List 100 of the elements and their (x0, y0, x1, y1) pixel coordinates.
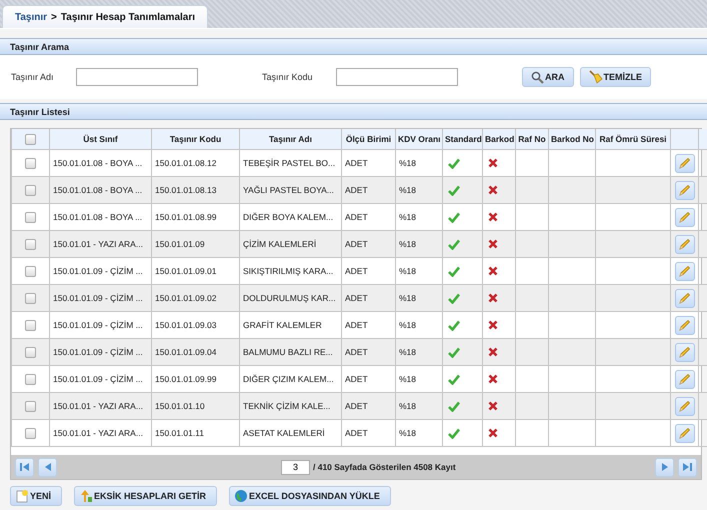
table-cell: ADET (342, 392, 396, 420)
breadcrumb-link[interactable]: Taşınır (15, 12, 48, 22)
table-cell: ADET (342, 284, 396, 312)
table-cell: 150.01.01.08 - BOYA ... (50, 176, 152, 204)
broom-icon (588, 70, 602, 84)
edit-button[interactable] (674, 396, 694, 416)
table-cell: 150.01.01.11 (152, 420, 240, 446)
edit-button[interactable] (674, 316, 694, 334)
row-checkbox[interactable] (25, 238, 36, 250)
pencil-icon (678, 156, 691, 170)
column-header[interactable]: Standard (442, 129, 482, 150)
previous-icon (44, 462, 52, 472)
column-header[interactable]: Barkod No (548, 129, 596, 150)
column-header[interactable]: Taşınır Kodu (152, 129, 240, 150)
excel-upload-button[interactable]: EXCEL DOSYASINDAN YÜKLE (229, 486, 391, 506)
arrow-up-icon (79, 489, 94, 503)
table-cell: 150.01.01.09 - ÇİZİM ... (50, 284, 152, 312)
input-field[interactable] (336, 68, 458, 86)
pencil-icon (678, 346, 691, 358)
row-checkbox[interactable] (25, 346, 36, 358)
input-field[interactable] (76, 68, 198, 86)
edit-button[interactable] (674, 370, 694, 388)
breadcrumb-current: Taşınır Hesap Tanımlamaları (60, 12, 196, 22)
breadcrumb-separator: > (51, 12, 57, 22)
edit-button[interactable] (674, 262, 694, 280)
page-number-field[interactable]: 3 (281, 460, 310, 474)
search-icon (531, 70, 544, 84)
next-icon (660, 462, 668, 472)
panel-title: Taşınır Listesi (10, 106, 70, 116)
table-cell: %18 (396, 230, 442, 258)
field-label: Taşınır Adı (11, 72, 55, 82)
table-cell: 150.01.01 - YAZI ARA... (50, 230, 152, 258)
pencil-icon (678, 426, 691, 440)
field-label: Taşınır Kodu (262, 72, 314, 82)
edit-button[interactable] (674, 288, 694, 308)
table-cell: 150.01.01.09 - ÇİZİM ... (50, 338, 152, 366)
panel-title: Taşınır Arama (10, 42, 70, 52)
row-checkbox[interactable] (25, 266, 36, 277)
previous-page-button[interactable] (38, 458, 57, 476)
row-checkbox[interactable] (25, 158, 36, 169)
table-cell: 150.01.01 - YAZI ARA... (50, 392, 152, 420)
table-cell: ADET (342, 338, 396, 366)
pencil-icon (678, 238, 691, 250)
column-header[interactable]: Raf Ömrü Süresi (596, 129, 670, 150)
search-button[interactable]: ARA (522, 67, 574, 87)
row-checkbox[interactable] (25, 184, 36, 196)
page-summary: / 410 Sayfada Gösterilen 4508 Kayıt (313, 462, 456, 472)
edit-button[interactable] (674, 154, 694, 172)
pencil-icon (678, 400, 691, 412)
table-cell: BALMUMU BAZLI RE... (240, 338, 342, 366)
pencil-icon (678, 292, 691, 304)
new-button[interactable]: YENİ (10, 486, 62, 506)
table-cell: %18 (396, 176, 442, 204)
table-cell: 150.01.01.09.04 (152, 338, 240, 366)
first-page-button[interactable] (15, 458, 34, 476)
edit-button[interactable] (674, 342, 694, 362)
row-checkbox[interactable] (25, 212, 36, 223)
row-checkbox[interactable] (25, 428, 36, 439)
table-cell: DOLDURULMUŞ KAR... (240, 284, 342, 312)
table-cell: 150.01.01.10 (152, 392, 240, 420)
pencil-icon (678, 264, 691, 278)
edit-button[interactable] (674, 180, 694, 200)
table-cell: %18 (396, 392, 442, 420)
column-header[interactable]: KDV Oranı (396, 129, 442, 150)
first-page-icon (19, 462, 30, 472)
select-all-checkbox[interactable] (25, 134, 36, 145)
row-checkbox[interactable] (25, 400, 36, 412)
globe-icon (234, 489, 248, 503)
last-page-icon (682, 462, 693, 472)
table-cell: ASETAT KALEMLERİ (240, 420, 342, 446)
column-header[interactable]: Barkod (482, 129, 516, 150)
edit-button[interactable] (674, 424, 694, 442)
row-checkbox[interactable] (25, 292, 36, 304)
row-checkbox[interactable] (25, 320, 36, 331)
edit-button[interactable] (674, 208, 694, 226)
column-header[interactable]: Taşınır Adı (240, 129, 342, 150)
next-page-button[interactable] (655, 458, 674, 476)
table-cell: 150.01.01.08.13 (152, 176, 240, 204)
column-header[interactable]: Raf No (516, 129, 548, 150)
pencil-icon (678, 372, 691, 386)
table-cell: 150.01.01 - YAZI ARA... (50, 420, 152, 446)
row-checkbox[interactable] (25, 374, 36, 385)
new-document-icon (15, 489, 29, 503)
column-header[interactable]: Ölçü Birimi (342, 129, 396, 150)
table-cell: %18 (396, 420, 442, 446)
pencil-icon (678, 184, 691, 196)
table-cell: ADET (342, 230, 396, 258)
column-header[interactable]: Üst Sınıf (50, 129, 152, 150)
table-cell: 150.01.01.09 (152, 230, 240, 258)
pencil-icon (678, 318, 691, 332)
table-cell: 150.01.01.09.02 (152, 284, 240, 312)
table-cell: ÇİZİM KALEMLERİ (240, 230, 342, 258)
table-cell: ADET (342, 176, 396, 204)
fetch-button[interactable]: EKSİK HESAPLARI GETİR (74, 486, 218, 506)
clear-button[interactable]: TEMİZLE (580, 67, 651, 87)
edit-button[interactable] (674, 234, 694, 254)
last-page-button[interactable] (678, 458, 697, 476)
pencil-icon (678, 210, 691, 224)
table-cell: YAĞLI PASTEL BOYA... (240, 176, 342, 204)
table-cell: ADET (342, 420, 396, 446)
